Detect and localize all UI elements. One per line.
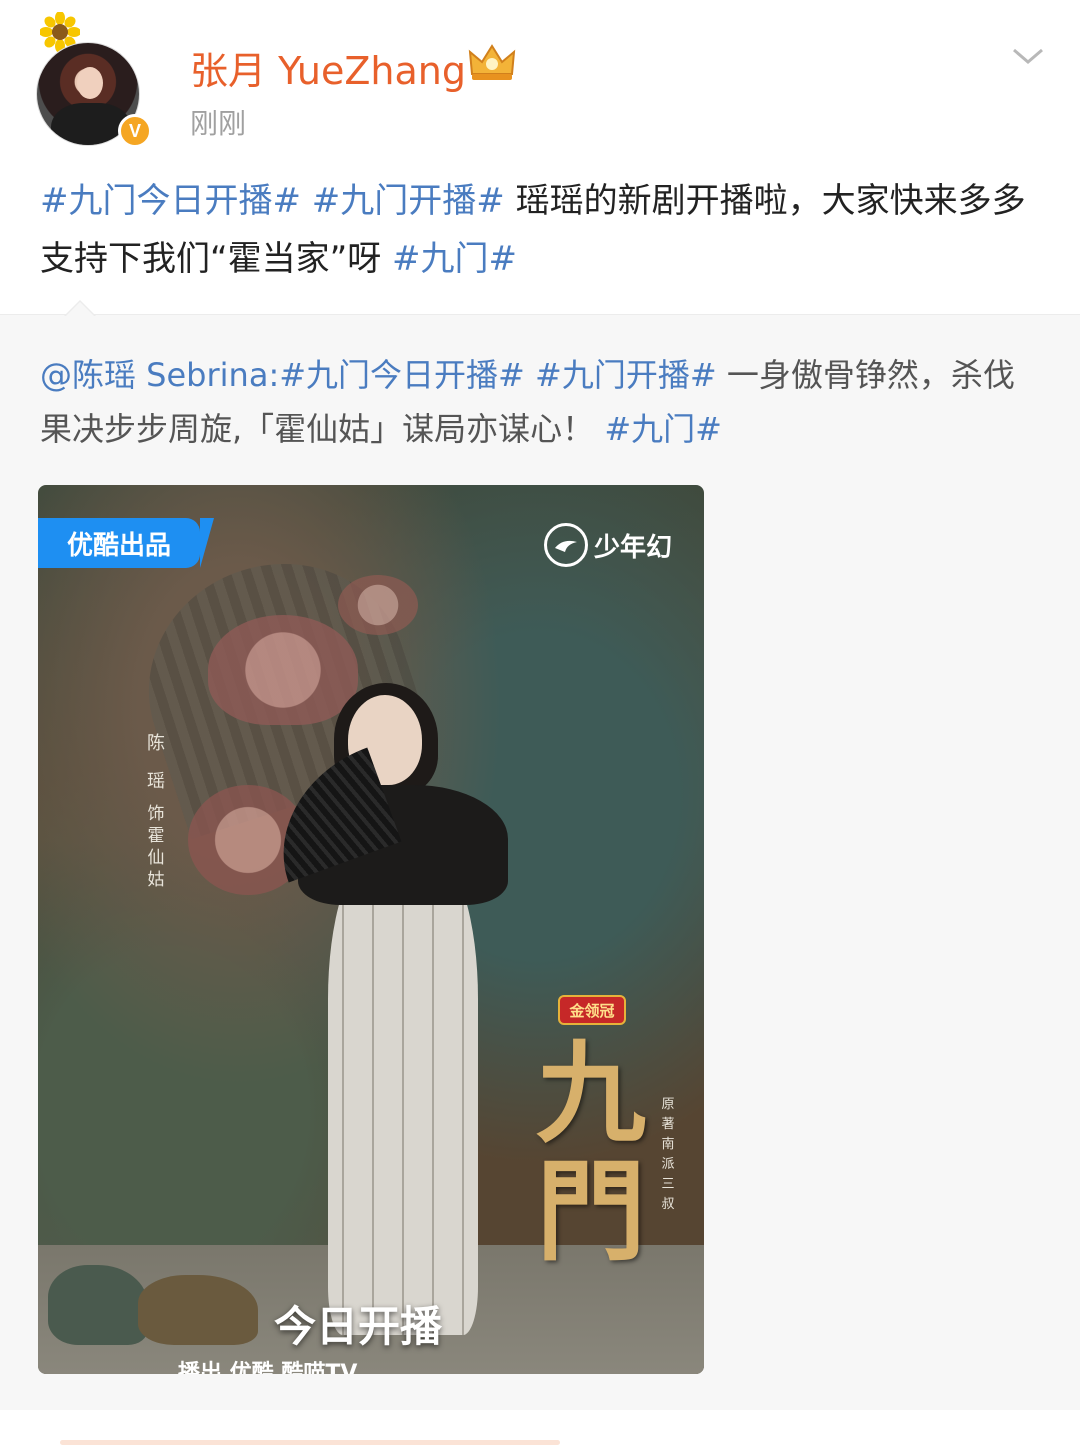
post-text: #九门今日开播# #九门开播# 瑶瑶的新剧开播啦，大家快来多多支持下我们“霍当家… xyxy=(40,172,1040,288)
avatar-face xyxy=(77,67,103,99)
username[interactable]: 张月 YueZhang xyxy=(190,40,466,95)
timestamp: 刚刚 xyxy=(190,107,247,140)
hashtag-link[interactable]: #九门# xyxy=(604,410,722,448)
poster-rock xyxy=(138,1275,258,1345)
poster-rock xyxy=(48,1265,148,1345)
figure-dress xyxy=(328,855,478,1335)
mention-link[interactable]: @陈瑶 Sebrina xyxy=(40,356,268,394)
crown-icon[interactable] xyxy=(466,40,518,84)
hashtag-link[interactable]: #九门今日开播# xyxy=(279,356,525,394)
repost-text: @陈瑶 Sebrina:#九门今日开播# #九门开播# 一身傲骨铮然，杀伐果决步… xyxy=(40,348,1040,456)
verified-badge-icon: V xyxy=(118,114,152,148)
cast-role: 饰霍仙姑 xyxy=(147,804,165,890)
brand-logo: 少年幻 xyxy=(544,523,672,567)
next-post-edge xyxy=(0,1410,1080,1445)
brand-logo-icon xyxy=(544,523,588,567)
hashtag-link[interactable]: #九门开播# xyxy=(312,181,505,221)
repost-notch-fill xyxy=(66,302,94,316)
hashtag-link[interactable]: #九门今日开播# xyxy=(40,181,301,221)
sponsor-badge: 金领冠 xyxy=(558,995,626,1025)
youku-badge: 优酷出品 xyxy=(38,518,214,568)
author-credit: 原著南派三叔 xyxy=(661,1097,675,1212)
poster-figure xyxy=(254,683,528,1345)
cast-name: 陈瑶 xyxy=(147,733,165,792)
poster-image[interactable]: 优酷出品 少年幻 陈瑶 饰霍仙姑 金领冠 九門 原著南派三叔 今日开播 播出 优… xyxy=(38,485,704,1374)
avatar-container[interactable]: V xyxy=(36,12,152,148)
hashtag-link[interactable]: #九门# xyxy=(392,239,517,279)
next-post-hint xyxy=(60,1440,560,1445)
premiere-text: 今日开播 xyxy=(274,1302,443,1351)
mention-colon: : xyxy=(268,356,280,394)
platform-strip: 播出 优酷 酷喵TV xyxy=(178,1361,358,1374)
hashtag-link[interactable]: #九门开播# xyxy=(535,356,717,394)
poster-lotus xyxy=(338,575,418,635)
show-title: 九門 xyxy=(536,1029,646,1276)
chevron-down-icon[interactable] xyxy=(1010,44,1046,68)
post-header: V 张月 YueZhang 刚刚 xyxy=(0,0,1080,160)
brand-logo-text: 少年幻 xyxy=(594,532,673,563)
